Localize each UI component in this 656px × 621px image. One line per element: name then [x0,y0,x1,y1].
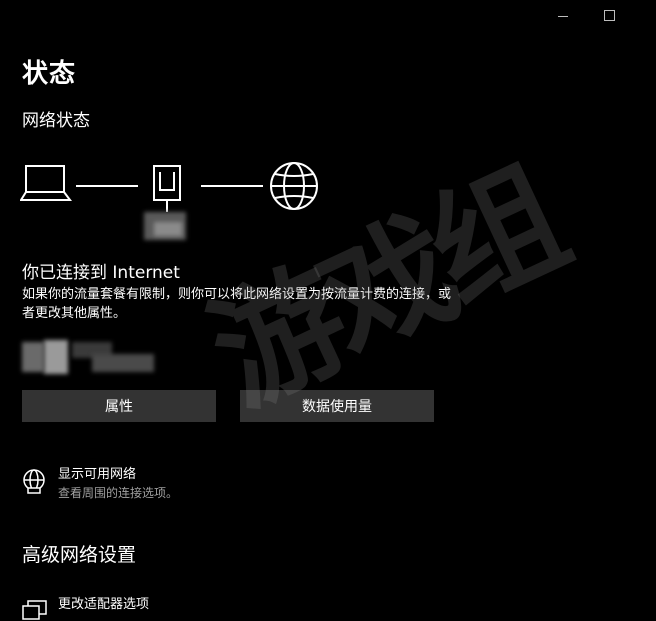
connection-status-description: 如果你的流量套餐有限制，则你可以将此网络设置为按流量计费的连接，或者更改其他属性… [22,287,452,321]
globe-icon [270,162,318,210]
data-usage-button[interactable]: 数据使用量 [240,390,434,422]
settings-window: 状态 网络状态 你已连接到 Internet 如果你的流量套餐有限制，则你可以将… [0,0,656,621]
advanced-settings-heading: 高级网络设置 [22,544,137,566]
adapter-icon [22,600,47,620]
laptop-icon [20,165,72,201]
change-adapter-options-link[interactable]: 更改适配器选项 [22,596,149,621]
maximize-icon [603,9,615,21]
globe-network-icon [23,469,45,494]
properties-button[interactable]: 属性 [22,390,216,422]
show-available-networks-link[interactable]: 显示可用网络 查看周围的连接选项。 [22,466,178,502]
page-title: 状态 [22,59,77,89]
minimize-button[interactable] [540,0,586,30]
router-icon [153,165,181,212]
show-networks-title: 显示可用网络 [58,467,137,482]
usage-info-obscured [22,340,162,376]
network-status-heading: 网络状态 [22,111,90,131]
minimize-icon [558,15,568,17]
maximize-button[interactable] [586,0,632,30]
show-networks-subtitle: 查看周围的连接选项。 [58,486,179,500]
adapter-name-obscured [128,208,188,242]
connection-status-title: 你已连接到 Internet [22,263,180,283]
change-adapter-title: 更改适配器选项 [58,597,150,612]
